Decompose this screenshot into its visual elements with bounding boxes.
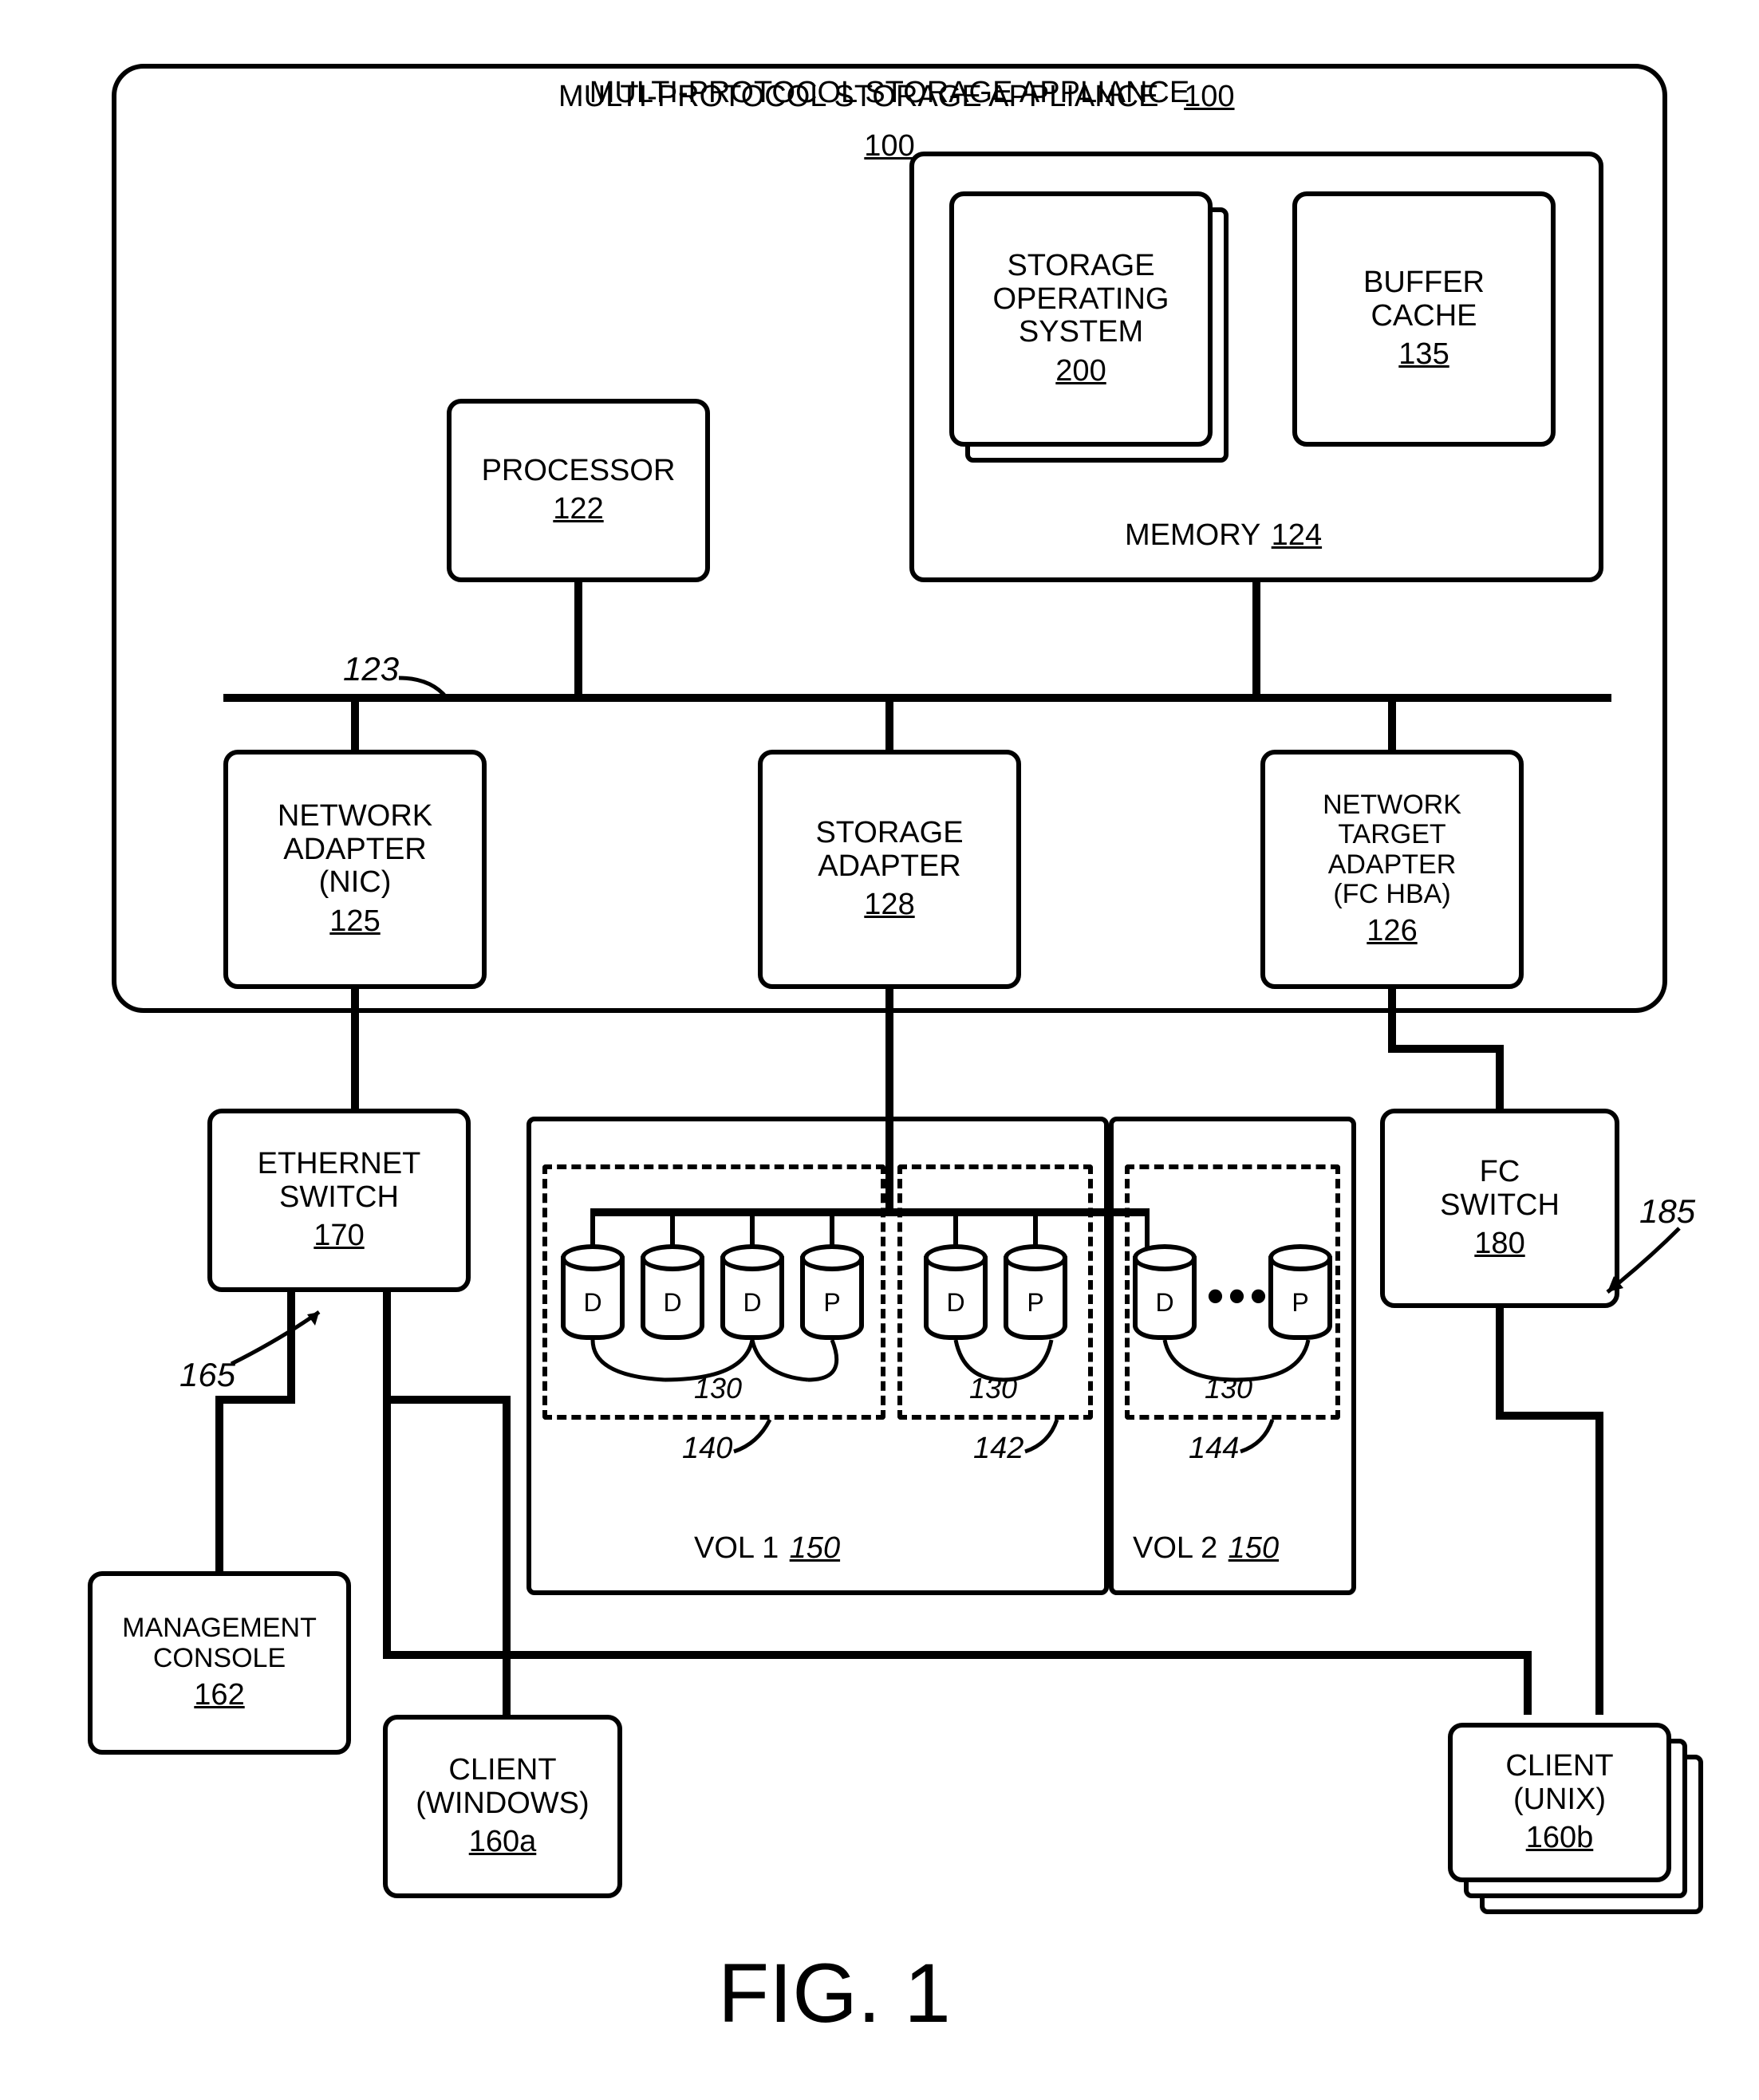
raid-ref-140: 140 xyxy=(682,1432,732,1466)
disk-ref-1: 130 xyxy=(694,1372,742,1405)
target-adapter-box: NETWORK TARGET ADAPTER (FC HBA) 126 xyxy=(1260,750,1524,989)
eth-ref: 170 xyxy=(314,1219,364,1253)
eth-down2 xyxy=(383,1292,391,1396)
mgmt-console-box: MANAGEMENT CONSOLE 162 xyxy=(88,1571,351,1755)
target-down1 xyxy=(1388,989,1396,1045)
bus-ref-line xyxy=(399,670,471,710)
client-windows-box: CLIENT (WINDOWS) 160a xyxy=(383,1715,622,1898)
net185-label: 185 xyxy=(1639,1192,1695,1231)
net165-arrow xyxy=(231,1308,335,1372)
disk-ref-2: 130 xyxy=(969,1372,1017,1405)
fc-ref: 180 xyxy=(1474,1227,1524,1261)
disk-4: P xyxy=(800,1244,864,1340)
eth-right xyxy=(383,1396,511,1404)
client-unix-ref: 160b xyxy=(1526,1821,1594,1855)
nic-eth-link xyxy=(351,989,359,1109)
disk-6: P xyxy=(1004,1244,1067,1340)
eth-down1 xyxy=(287,1292,295,1396)
storage-adapter-title: STORAGE ADAPTER xyxy=(815,817,963,884)
disk-ellipsis: ••• xyxy=(1207,1268,1272,1323)
os-title: STORAGE OPERATING SYSTEM xyxy=(993,250,1169,349)
buffer-title: BUFFER CACHE xyxy=(1363,266,1485,333)
target-ref: 126 xyxy=(1367,914,1417,948)
target-bus-link xyxy=(1388,694,1396,750)
os-box: STORAGE OPERATING SYSTEM 200 xyxy=(949,191,1213,447)
nic-box: NETWORK ADAPTER (NIC) 125 xyxy=(223,750,487,989)
vol2-label-row: VOL 2 150 xyxy=(1133,1531,1279,1566)
os-ref: 200 xyxy=(1055,354,1106,388)
memory-bus-link xyxy=(1252,582,1260,698)
eth-unix-vert-branch xyxy=(383,1396,391,1655)
disk-ref-3: 130 xyxy=(1205,1372,1252,1405)
raid-line-140 xyxy=(734,1420,782,1460)
nic-bus-link xyxy=(351,694,359,750)
fc-down1 xyxy=(1496,1308,1504,1412)
eth-mgmt-link xyxy=(215,1396,223,1575)
client-win-title: CLIENT (WINDOWS) xyxy=(416,1754,589,1821)
fc-title: FC SWITCH xyxy=(1440,1156,1560,1223)
diagram-canvas: MULTI-PROTOCOL STORAGE APPLIANCE 100 MUL… xyxy=(0,0,1759,2100)
appliance-ref: 100 xyxy=(864,129,914,164)
processor-ref: 122 xyxy=(553,492,603,526)
net185-arrow xyxy=(1599,1228,1703,1308)
net165-label: 165 xyxy=(179,1356,235,1394)
target-title: NETWORK TARGET ADAPTER (FC HBA) xyxy=(1323,790,1461,910)
eth-client-link xyxy=(503,1396,511,1719)
fc-client-link xyxy=(1595,1412,1603,1715)
ethernet-switch-box: ETHERNET SWITCH 170 xyxy=(207,1109,471,1292)
raid-line-142 xyxy=(1025,1420,1069,1460)
client-win-ref: 160a xyxy=(469,1825,537,1859)
mgmt-ref: 162 xyxy=(194,1678,244,1712)
appliance-title-row: MULTI-PROTOCOL STORAGE APPLIANCE 100 xyxy=(558,80,1235,114)
raid-line-144 xyxy=(1240,1420,1284,1460)
disk-8: P xyxy=(1268,1244,1332,1340)
memory-label-row: MEMORY 124 xyxy=(1125,518,1322,553)
client-unix-title: CLIENT (UNIX) xyxy=(1505,1750,1613,1817)
raid-ref-142: 142 xyxy=(973,1432,1023,1466)
bus-ref: 123 xyxy=(343,650,399,688)
storage-link-vert xyxy=(885,989,893,1212)
storage-adapter-ref: 128 xyxy=(864,888,914,922)
client-unix-box: CLIENT (UNIX) 160b xyxy=(1448,1723,1671,1882)
storage-adapter-box: STORAGE ADAPTER 128 xyxy=(758,750,1021,989)
figure-label: FIG. 1 xyxy=(718,1946,951,2042)
eth-unix-horiz xyxy=(383,1651,1532,1659)
eth-left xyxy=(215,1396,295,1404)
disk-3: D xyxy=(720,1244,784,1340)
fc-right xyxy=(1496,1412,1599,1420)
nic-title: NETWORK ADAPTER (NIC) xyxy=(278,800,432,900)
raid-ref-144: 144 xyxy=(1189,1432,1239,1466)
processor-bus-link xyxy=(574,582,582,698)
disk-2: D xyxy=(641,1244,704,1340)
mgmt-title: MANAGEMENT CONSOLE xyxy=(122,1613,317,1673)
eth-unix-drop xyxy=(1524,1651,1532,1715)
vol1-label-row: VOL 1 150 xyxy=(694,1531,840,1566)
storage-adapter-bus-link xyxy=(885,694,893,750)
eth-title: ETHERNET SWITCH xyxy=(258,1148,421,1215)
buffer-ref: 135 xyxy=(1398,337,1449,372)
fc-switch-box: FC SWITCH 180 xyxy=(1380,1109,1619,1308)
target-right xyxy=(1388,1045,1500,1053)
disk-1: D xyxy=(561,1244,625,1340)
processor-box: PROCESSOR 122 xyxy=(447,399,710,582)
nic-ref: 125 xyxy=(329,904,380,939)
processor-title: PROCESSOR xyxy=(482,455,676,488)
buffer-box: BUFFER CACHE 135 xyxy=(1292,191,1556,447)
disk-5: D xyxy=(924,1244,988,1340)
disk-7: D xyxy=(1133,1244,1197,1340)
target-down2 xyxy=(1496,1045,1504,1113)
